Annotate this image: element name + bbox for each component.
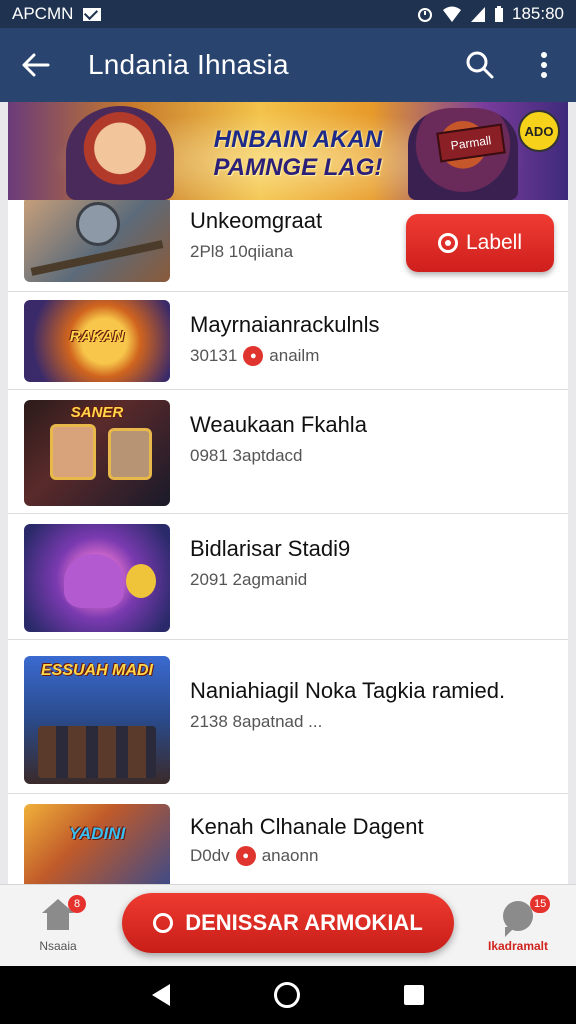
list-item[interactable]: RAKAN Mayrnaianrackulnls 30131 ● anailm xyxy=(8,292,568,390)
mail-icon xyxy=(83,7,102,21)
app-bar: Lndania Ihnasia xyxy=(0,28,576,102)
thumbnail-character xyxy=(76,202,120,246)
status-bar: APCMN 185:80 xyxy=(0,0,576,28)
game-thumbnail: YADINI xyxy=(24,804,170,884)
game-thumbnail: ESSUAH MADI xyxy=(24,656,170,784)
nav-home[interactable]: 8 Nsaaia xyxy=(20,893,96,959)
more-vert-icon xyxy=(541,52,547,78)
bottom-bar: 8 Nsaaia DENISSAR ARMOKIAL 15 Ikadramalt xyxy=(0,884,576,966)
nav-chat-label: Ikadramalt xyxy=(487,939,549,953)
ad-badge: ADO xyxy=(518,110,560,152)
promo-banner[interactable]: HNBAIN AKAN PAMNGE LAG! Parmall ADO xyxy=(8,102,568,200)
game-thumbnail xyxy=(24,200,170,282)
game-meta-text: 30131 xyxy=(190,346,238,365)
game-meta-text: D0dv xyxy=(190,846,230,865)
page-title: Lndania Ihnasia xyxy=(88,49,289,80)
thumbnail-card-left xyxy=(50,424,96,480)
home-badge: 8 xyxy=(68,895,86,913)
banner-headline: HNBAIN AKAN PAMNGE LAG! xyxy=(188,126,408,182)
game-title: Mayrnaianrackulnls xyxy=(190,312,380,337)
thumbnail-card-right xyxy=(108,428,152,480)
label-button-text: Labell xyxy=(465,231,523,254)
system-nav-bar xyxy=(0,966,576,1024)
thumbnail-creature-small xyxy=(126,564,156,598)
banner-hero-left-image xyxy=(66,106,174,200)
chat-badge: 15 xyxy=(530,895,551,913)
list-item[interactable]: SANER Weaukaan Fkahla 0981 3aptdacd xyxy=(8,390,568,514)
banner-line-1: HNBAIN AKAN xyxy=(213,126,383,153)
game-meta-text: 2091 2agmanid xyxy=(190,570,308,589)
back-button[interactable] xyxy=(0,28,72,102)
status-right: 185:80 xyxy=(416,4,564,24)
thumbnail-caption: ESSUAH MADI xyxy=(40,662,153,679)
arrow-left-icon xyxy=(22,53,50,77)
game-title: Bidlarisar Stadi9 xyxy=(190,536,351,561)
thumbnail-caption: SANER xyxy=(70,404,124,421)
list-item[interactable]: ESSUAH MADI Naniahiagil Noka Tagkia rami… xyxy=(8,640,568,794)
cta-icon xyxy=(153,913,174,933)
wifi-icon xyxy=(443,6,461,22)
game-list: Unkeomgraat 2Pl8 10qiiana Labell RAKAN M… xyxy=(8,200,568,884)
game-title: Weaukaan Fkahla xyxy=(190,412,367,437)
clock-label: 185:80 xyxy=(512,4,564,23)
app-screen: APCMN 185:80 Lndania Ihnasia HNBAIN AKAN… xyxy=(0,0,576,1024)
carrier-label: APCMN xyxy=(12,4,74,23)
nav-home-label: Nsaaia xyxy=(39,939,77,953)
game-meta: 2138 8apatnad ... xyxy=(190,712,322,732)
list-item[interactable]: YADINI Kenah Clhanale Dagent D0dv ● anao… xyxy=(8,794,568,884)
thumbnail-creature xyxy=(64,554,124,608)
game-title: Unkeomgraat xyxy=(190,208,323,233)
alarm-icon xyxy=(418,8,432,22)
game-meta: 0981 3aptdacd xyxy=(190,446,303,466)
nav-chat[interactable]: 15 Ikadramalt xyxy=(478,893,558,959)
game-meta: 2Pl8 10qiiana xyxy=(190,242,293,262)
rating-icon: ● xyxy=(243,346,264,366)
game-meta-secondary: anaonn xyxy=(261,846,319,865)
game-meta: 30131 ● anailm xyxy=(190,346,319,366)
system-home-icon[interactable] xyxy=(274,982,300,1008)
list-item[interactable]: Bidlarisar Stadi9 2091 2agmanid xyxy=(8,514,568,640)
game-meta-text: 2Pl8 10qiiana xyxy=(190,242,294,261)
system-back-icon[interactable] xyxy=(152,984,170,1006)
chat-icon xyxy=(503,901,533,937)
primary-cta-button[interactable]: DENISSAR ARMOKIAL xyxy=(122,893,454,953)
game-meta: 2091 2agmanid xyxy=(190,570,307,590)
game-thumbnail: SANER xyxy=(24,400,170,506)
banner-line-2: PAMNGE LAG! xyxy=(213,154,383,181)
label-icon xyxy=(437,233,458,253)
game-thumbnail: RAKAN xyxy=(24,300,170,382)
game-meta-text: 2138 8apatnad ... xyxy=(190,712,323,731)
game-title: Kenah Clhanale Dagent xyxy=(190,814,424,839)
search-icon xyxy=(466,51,494,79)
search-button[interactable] xyxy=(448,28,512,102)
cta-label: DENISSAR ARMOKIAL xyxy=(185,910,423,935)
thumbnail-characters xyxy=(38,726,156,778)
game-meta-secondary: anailm xyxy=(269,346,320,365)
signal-icon xyxy=(471,7,485,22)
game-meta: D0dv ● anaonn xyxy=(190,846,318,866)
rating-icon: ● xyxy=(235,846,256,866)
battery-icon xyxy=(495,6,503,22)
overflow-menu-button[interactable] xyxy=(512,28,576,102)
game-title: Naniahiagil Noka Tagkia ramied. xyxy=(190,678,506,703)
thumbnail-caption: YADINI xyxy=(68,824,126,843)
game-thumbnail xyxy=(24,524,170,632)
label-button[interactable]: Labell xyxy=(406,214,554,272)
thumbnail-caption: RAKAN xyxy=(69,328,125,345)
status-left: APCMN xyxy=(12,4,102,24)
system-recents-icon[interactable] xyxy=(404,985,424,1005)
list-item[interactable]: Unkeomgraat 2Pl8 10qiiana Labell xyxy=(8,200,568,292)
game-meta-text: 0981 3aptdacd xyxy=(190,446,303,465)
